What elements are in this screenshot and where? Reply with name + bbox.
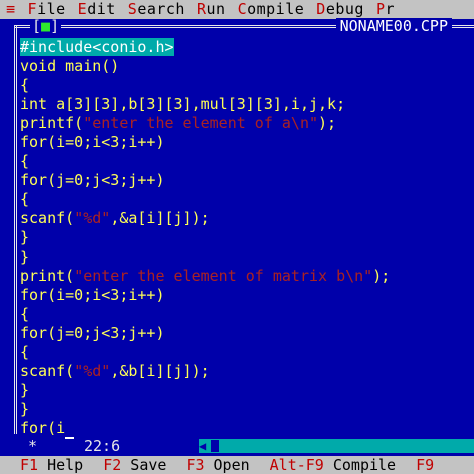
fnkey-label: Save — [121, 456, 167, 474]
cursor-position: 22:6 — [84, 437, 121, 455]
code-line[interactable]: } — [20, 248, 390, 267]
menu-item-2[interactable]: Edit — [72, 0, 122, 19]
code-text: for(i=0;i<3;i++) — [20, 285, 165, 304]
code-text: } — [20, 247, 30, 266]
code-editor[interactable]: #include<conio.h> void main(){int a[3][3]… — [20, 38, 390, 439]
code-line[interactable]: scanf("%d",&b[i][j]); — [20, 362, 390, 381]
fnkey-label: Open — [204, 456, 250, 474]
code-line[interactable]: void main() — [20, 57, 390, 76]
code-text: #include<conio.h> — [20, 38, 174, 56]
scroll-thumb[interactable] — [211, 440, 219, 452]
horizontal-scrollbar[interactable] — [199, 439, 474, 453]
fnkey-alt-f9[interactable]: Alt-F9 Compile — [270, 456, 396, 474]
window-title-filename: NONAME00.CPP — [335, 18, 452, 35]
function-key-bar: F1 Help F2 Save F3 Open Alt-F9 Compile F9 — [0, 456, 474, 474]
code-text: for(j=0;j<3;j++) — [20, 323, 165, 342]
code-line[interactable]: int a[3][3],b[3][3],mul[3][3],i,j,k; — [20, 95, 390, 114]
code-text: { — [20, 190, 30, 209]
code-text: scanf( — [20, 209, 75, 228]
fnkey-f2[interactable]: F2 Save — [103, 456, 166, 474]
code-text: for(i — [20, 418, 66, 437]
code-text: ); — [372, 266, 391, 285]
code-line[interactable]: { — [20, 76, 390, 95]
code-text: printf( — [20, 114, 84, 133]
fnkey-key: F2 — [103, 456, 122, 474]
menu-hotkey: R — [196, 0, 207, 18]
fnkey-f9[interactable]: F9 — [416, 456, 434, 474]
menu-label: earch — [137, 0, 185, 18]
code-text: { — [20, 76, 30, 95]
code-line[interactable]: { — [20, 190, 390, 209]
menu-label: ompile — [247, 0, 305, 18]
menu-item-0[interactable]: ≡ — [0, 0, 22, 19]
code-text: } — [20, 399, 30, 418]
modified-indicator: * — [28, 437, 38, 455]
code-text: } — [20, 228, 30, 247]
fnkey-key: F1 — [20, 456, 39, 474]
fnkey-key: F3 — [186, 456, 205, 474]
menu-label: un — [206, 0, 226, 18]
editor-status-line: * 22:6 — [14, 436, 474, 456]
code-line[interactable]: } — [20, 400, 390, 419]
code-line[interactable]: scanf("%d",&a[i][j]); — [20, 209, 390, 228]
close-box-open: [ — [32, 17, 42, 35]
code-text: { — [20, 342, 30, 361]
code-line[interactable]: for(j=0;j<3;j++) — [20, 171, 390, 190]
code-line[interactable]: for(i=0;i<3;i++) — [20, 286, 390, 305]
code-text: for(i=0;i<3;i++) — [20, 133, 165, 152]
close-icon[interactable]: ■ — [41, 17, 50, 35]
code-text: { — [20, 304, 30, 323]
menu-hotkey: D — [316, 0, 326, 18]
fnkey-label: Help — [38, 456, 84, 474]
code-line[interactable]: { — [20, 305, 390, 324]
code-text: } — [20, 380, 30, 399]
code-line[interactable]: print("enter the element of matrix b\n")… — [20, 267, 390, 286]
code-line[interactable]: } — [20, 228, 390, 247]
menu-label: dit — [87, 0, 116, 18]
code-text: for(j=0;j<3;j++) — [20, 171, 165, 190]
system-menu-icon[interactable]: ≡ — [6, 0, 16, 19]
string-literal: "enter the element of a\n" — [83, 114, 319, 133]
code-line[interactable]: } — [20, 381, 390, 400]
menu-item-4[interactable]: Run — [191, 0, 232, 19]
code-line[interactable]: #include<conio.h> — [20, 38, 390, 57]
string-literal: "enter the element of matrix b\n" — [74, 266, 373, 285]
code-text: void main() — [20, 57, 120, 76]
fnkey-label: Compile — [323, 456, 397, 474]
code-text: ,&b[i][j]); — [110, 361, 210, 380]
menu-item-5[interactable]: Compile — [232, 0, 311, 19]
window-border-left — [14, 25, 17, 434]
code-text: int a[3][3],b[3][3],mul[3][3],i,j,k; — [20, 95, 346, 114]
menu-hotkey: C — [237, 0, 248, 18]
close-box-end: ] — [50, 17, 60, 35]
string-literal: "%d" — [74, 209, 111, 228]
code-text: scanf( — [20, 361, 75, 380]
editor-window[interactable]: [■] NONAME00.CPP #include<conio.h> void m… — [0, 17, 474, 456]
fnkey-key: Alt-F9 — [269, 456, 324, 474]
code-line[interactable]: { — [20, 152, 390, 171]
menu-item-3[interactable]: Search — [122, 0, 191, 19]
code-text: print( — [20, 266, 75, 285]
fnkey-key: F9 — [416, 456, 435, 474]
menu-hotkey: S — [127, 0, 138, 18]
fnkey-f1[interactable]: F1 Help — [20, 456, 83, 474]
code-text: { — [20, 152, 30, 171]
code-line[interactable]: for(i=0;i<3;i++) — [20, 133, 390, 152]
fnkey-f3[interactable]: F3 Open — [186, 456, 249, 474]
code-line[interactable]: { — [20, 343, 390, 362]
code-line[interactable]: printf("enter the element of a\n"); — [20, 114, 390, 133]
code-line[interactable]: for(j=0;j<3;j++) — [20, 324, 390, 343]
window-close-box[interactable]: [■] — [30, 17, 62, 35]
string-literal: "%d" — [74, 361, 111, 380]
code-text: ,&a[i][j]); — [110, 209, 210, 228]
menu-hotkey: E — [77, 0, 88, 18]
code-text: ); — [318, 114, 337, 133]
